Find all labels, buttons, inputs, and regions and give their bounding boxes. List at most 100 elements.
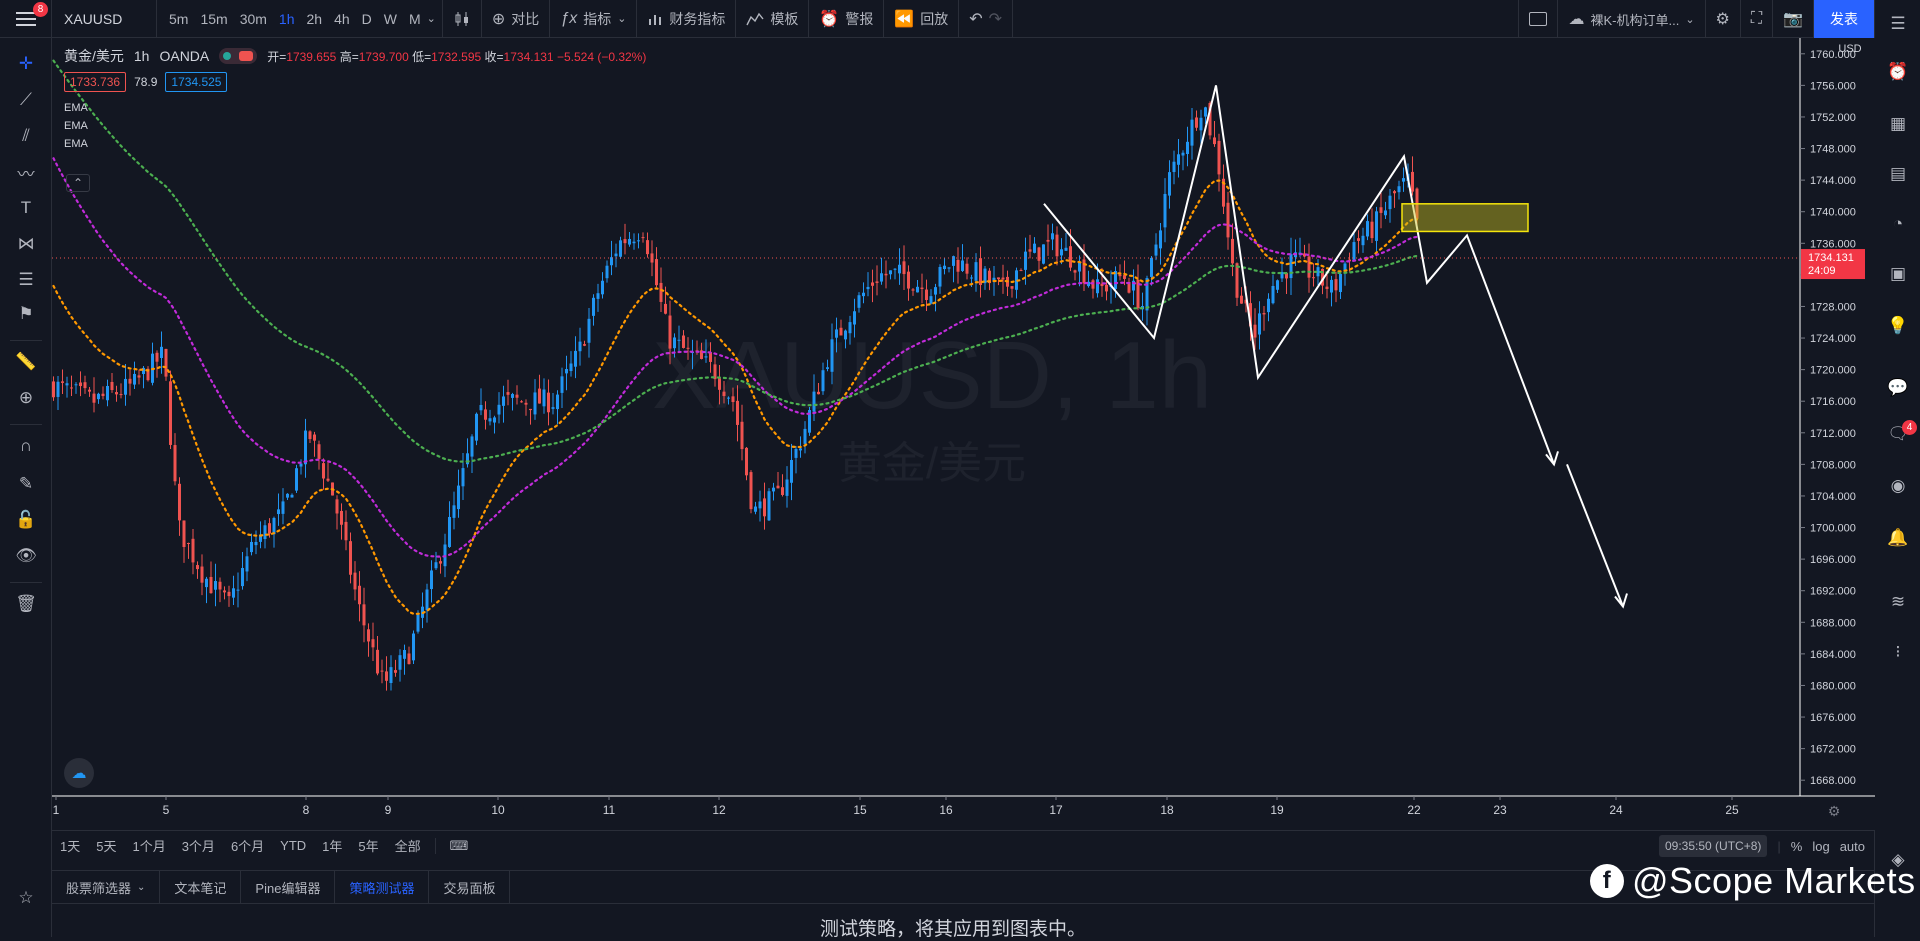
symbol-search[interactable]: XAUUSD bbox=[52, 0, 157, 38]
range-1m[interactable]: 1个月 bbox=[124, 836, 173, 855]
bid-price[interactable]: 1733.736 bbox=[64, 72, 127, 92]
candle-body bbox=[830, 339, 834, 372]
trend-line-icon[interactable]: ⟋ bbox=[14, 88, 38, 112]
clock[interactable]: 09:35:50 (UTC+8) bbox=[1658, 835, 1768, 857]
candle-body bbox=[155, 352, 159, 362]
chevron-down-icon: ⌄ bbox=[137, 881, 146, 893]
range-3m[interactable]: 3个月 bbox=[174, 836, 223, 855]
dom-icon[interactable]: ⁝ bbox=[1886, 640, 1910, 664]
interval-d[interactable]: D bbox=[356, 11, 378, 27]
candle-body bbox=[659, 282, 663, 302]
crosshair-icon[interactable]: ✛ bbox=[14, 52, 38, 76]
interval-4h[interactable]: 4h bbox=[328, 11, 356, 27]
redo-icon[interactable]: ↷ bbox=[989, 9, 1002, 29]
separator: | bbox=[1777, 838, 1781, 854]
settings-button[interactable]: ⚙ bbox=[1706, 0, 1741, 38]
ema-legend-3[interactable]: EMA bbox=[64, 138, 646, 150]
range-1y[interactable]: 1年 bbox=[314, 836, 350, 855]
order-panel-icon[interactable]: ≋ bbox=[1886, 590, 1910, 614]
indicators-button[interactable]: ƒx 指标 ⌄ bbox=[550, 0, 638, 38]
collapse-legend-button[interactable]: ⌃ bbox=[66, 174, 90, 192]
calendar-icon[interactable]: ▣ bbox=[1886, 262, 1910, 286]
forecast-icon[interactable]: ⚑ bbox=[14, 302, 38, 326]
undo-icon[interactable]: ↶ bbox=[969, 9, 982, 29]
range-all[interactable]: 全部 bbox=[387, 836, 429, 855]
market-status-toggle[interactable] bbox=[219, 48, 258, 64]
lock-icon[interactable]: 🔓 bbox=[14, 508, 38, 532]
ruler-icon[interactable]: 📏 bbox=[14, 350, 38, 374]
range-6m[interactable]: 6个月 bbox=[223, 836, 272, 855]
compare-button[interactable]: ⊕ 对比 bbox=[482, 0, 551, 38]
layout-select-button[interactable] bbox=[1518, 0, 1559, 38]
ideas-icon[interactable]: 💡 bbox=[1886, 314, 1910, 338]
chevron-down-icon[interactable]: ⌄ bbox=[427, 12, 436, 25]
watchlist-icon[interactable]: ☰ bbox=[1886, 12, 1910, 36]
streams-icon[interactable]: 💬 bbox=[1886, 376, 1910, 400]
financials-button[interactable]: 财务指标 bbox=[637, 0, 737, 38]
parallel-channel-icon[interactable]: ⫽ bbox=[14, 124, 38, 148]
replay-button[interactable]: ⏪ 回放 bbox=[884, 0, 960, 38]
candle-body bbox=[79, 382, 82, 387]
interval-w[interactable]: W bbox=[378, 11, 403, 27]
interval-30m[interactable]: 30m bbox=[234, 11, 273, 27]
text-icon[interactable]: T bbox=[14, 196, 38, 220]
ema-legend-2[interactable]: EMA bbox=[64, 120, 646, 132]
menu-icon bbox=[15, 11, 36, 26]
candle-body bbox=[1217, 140, 1221, 175]
chart-type-button[interactable] bbox=[443, 0, 482, 38]
trash-icon[interactable]: 🗑 bbox=[14, 592, 38, 616]
news-icon[interactable]: ▤ bbox=[1886, 162, 1910, 186]
main-menu-button[interactable]: 8 bbox=[0, 0, 52, 38]
layout-name-button[interactable]: ☁ 裸K-机构订单... ⌄ bbox=[1558, 0, 1706, 38]
magnet-icon[interactable]: ∩ bbox=[14, 434, 38, 458]
ask-price[interactable]: 1734.525 bbox=[165, 72, 228, 92]
interval-1h[interactable]: 1h bbox=[273, 11, 301, 27]
interval-m[interactable]: M bbox=[403, 11, 427, 27]
price-tick-label: 1680.000 bbox=[1810, 680, 1856, 692]
legend-interval: 1h bbox=[133, 48, 150, 64]
ema-legend-1[interactable]: EMA bbox=[64, 102, 646, 114]
hotlist-icon[interactable]: ◔ bbox=[1886, 212, 1910, 236]
fib-icon[interactable]: ☰ bbox=[14, 268, 38, 292]
candle-body bbox=[1118, 274, 1122, 277]
candle-body bbox=[1145, 278, 1149, 311]
star-icon[interactable]: ☆ bbox=[14, 886, 38, 910]
log-toggle[interactable]: log bbox=[1812, 839, 1829, 854]
cloud-save-button[interactable]: ☁ bbox=[64, 758, 94, 788]
goto-date-icon[interactable]: ⌨ bbox=[434, 837, 477, 854]
percent-toggle[interactable]: % bbox=[1791, 839, 1803, 854]
eye-icon[interactable]: 👁 bbox=[14, 544, 38, 568]
alert-button[interactable]: ⏰ 警报 bbox=[809, 0, 885, 38]
fullscreen-button[interactable]: ⛶ bbox=[1741, 0, 1774, 38]
candle-body bbox=[187, 543, 190, 545]
range-5d[interactable]: 5天 bbox=[88, 836, 124, 855]
zoom-in-icon[interactable]: ⊕ bbox=[14, 386, 38, 410]
candle-body bbox=[767, 491, 771, 521]
brush-icon[interactable]: 〰 bbox=[14, 160, 38, 184]
notifications-icon[interactable]: 🔔 bbox=[1886, 526, 1910, 550]
snapshot-button[interactable]: 📷 bbox=[1773, 0, 1814, 38]
auto-toggle[interactable]: auto bbox=[1840, 839, 1865, 854]
interval-5m[interactable]: 5m bbox=[163, 11, 194, 27]
candle-body bbox=[1010, 286, 1014, 289]
alarm-clock-icon[interactable]: ⏰ bbox=[1886, 60, 1910, 84]
data-window-icon[interactable]: ▦ bbox=[1886, 112, 1910, 136]
interval-2h[interactable]: 2h bbox=[301, 11, 329, 27]
tab-text-notes[interactable]: 文本笔记 bbox=[160, 871, 242, 903]
range-5y[interactable]: 5年 bbox=[350, 836, 386, 855]
tab-strategy-tester[interactable]: 策略测试器 bbox=[335, 871, 430, 903]
templates-button[interactable]: 模板 bbox=[736, 0, 810, 38]
interval-15m[interactable]: 15m bbox=[194, 11, 233, 27]
candle-body bbox=[1091, 280, 1095, 289]
range-ytd[interactable]: YTD bbox=[272, 838, 314, 853]
tab-stock-screener[interactable]: 股票筛选器 ⌄ bbox=[52, 871, 161, 903]
pencil-lock-icon[interactable]: ✎ bbox=[14, 472, 38, 496]
range-1d[interactable]: 1天 bbox=[52, 836, 88, 855]
pattern-icon[interactable]: ⋈ bbox=[14, 232, 38, 256]
tab-trading-panel[interactable]: 交易面板 bbox=[429, 871, 511, 903]
tab-pine-editor[interactable]: Pine编辑器 bbox=[241, 871, 336, 903]
price-chart[interactable]: XAUUSD, 1h黄金/美元USD1760.0001756.0001752.0… bbox=[52, 38, 1875, 830]
candle-body bbox=[587, 318, 591, 343]
publish-button[interactable]: 发表 bbox=[1814, 0, 1874, 38]
broadcast-icon[interactable]: ◉ bbox=[1886, 474, 1910, 498]
